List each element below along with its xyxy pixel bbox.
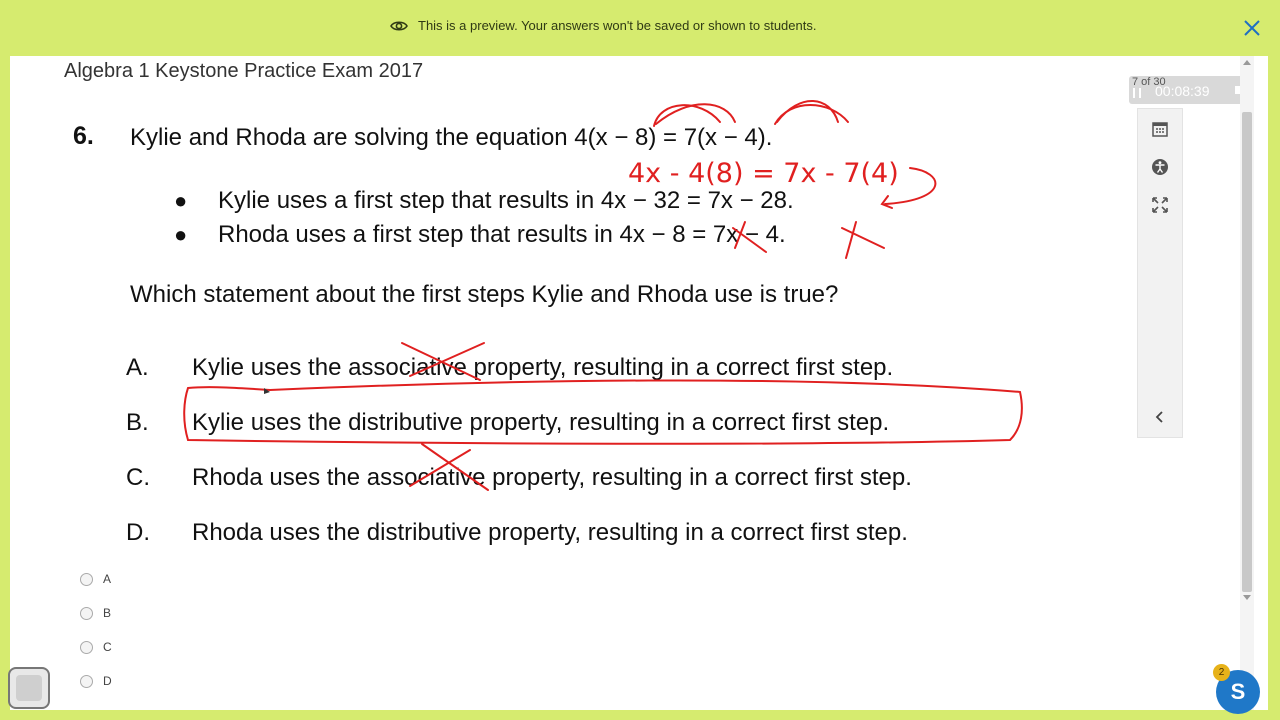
exam-timer: 7 of 30 00:08:39 [1129, 76, 1251, 104]
scroll-down-icon[interactable] [1243, 595, 1251, 600]
scroll-up-icon[interactable] [1243, 60, 1251, 65]
choice-list: A. Kylie uses the associative property, … [126, 340, 912, 560]
answer-label: A [103, 572, 112, 586]
radio-button[interactable] [80, 674, 93, 688]
close-icon[interactable] [1242, 18, 1262, 38]
answer-option-c[interactable]: C [80, 630, 112, 664]
tool-panel [1137, 108, 1183, 438]
choice-text: Rhoda uses the distributive property, re… [192, 518, 908, 546]
bullet-item: ● Rhoda uses a first step that results i… [170, 218, 794, 252]
choice-letter: C. [126, 463, 150, 491]
timer-time: 00:08:39 [1155, 83, 1210, 99]
bullet-dot: ● [174, 222, 188, 247]
eye-icon [390, 20, 408, 31]
scrollbar[interactable] [1240, 56, 1254, 710]
choice-text: Kylie uses the associative property, res… [192, 353, 894, 381]
square-icon [16, 675, 42, 701]
accessibility-icon[interactable] [1150, 157, 1170, 177]
choice-text: Kylie uses the distributive property, re… [192, 408, 890, 436]
choice-b: B. Kylie uses the distributive property,… [126, 395, 912, 450]
radio-button[interactable] [80, 640, 93, 654]
question-bullets: ● Kylie uses a first step that results i… [170, 184, 794, 252]
answer-label: D [103, 674, 112, 688]
pause-icon[interactable] [1133, 88, 1141, 98]
preview-notice: This is a preview. Your answers won't be… [390, 18, 816, 33]
choice-letter: D. [126, 518, 150, 546]
choice-letter: A. [126, 353, 149, 381]
answer-option-d[interactable]: D [80, 664, 112, 698]
drawing-tool-button[interactable] [8, 667, 50, 709]
question-number: 6. [73, 122, 94, 150]
answer-options: A B C D [80, 562, 112, 698]
preview-banner: This is a preview. Your answers won't be… [0, 0, 1280, 56]
bullet-text: Kylie uses a first step that results in … [218, 187, 794, 214]
radio-button[interactable] [80, 572, 93, 586]
choice-a: A. Kylie uses the associative property, … [126, 340, 912, 395]
bullet-dot: ● [174, 188, 188, 213]
answer-label: B [103, 606, 112, 620]
exam-page: Algebra 1 Keystone Practice Exam 2017 6.… [10, 56, 1268, 710]
choice-d: D. Rhoda uses the distributive property,… [126, 505, 912, 560]
bullet-item: ● Kylie uses a first step that results i… [170, 184, 794, 218]
question-prompt: Which statement about the first steps Ky… [130, 281, 839, 308]
radio-button[interactable] [80, 606, 93, 620]
calendar-icon[interactable] [1150, 119, 1170, 139]
answer-option-b[interactable]: B [80, 596, 112, 630]
preview-message: This is a preview. Your answers won't be… [418, 18, 817, 33]
chevron-left-icon[interactable] [1150, 407, 1170, 427]
choice-c: C. Rhoda uses the associative property, … [126, 450, 912, 505]
choice-text: Rhoda uses the associative property, res… [192, 463, 912, 491]
answer-label: C [103, 640, 112, 654]
fullscreen-icon[interactable] [1150, 195, 1170, 215]
notification-badge: 2 [1213, 664, 1230, 681]
answer-option-a[interactable]: A [80, 562, 112, 596]
scroll-thumb[interactable] [1242, 112, 1252, 592]
choice-letter: B. [126, 408, 149, 436]
bullet-text: Rhoda uses a first step that results in … [218, 221, 786, 248]
document-title: Algebra 1 Keystone Practice Exam 2017 [64, 60, 424, 82]
question-stem: Kylie and Rhoda are solving the equation… [130, 124, 773, 151]
